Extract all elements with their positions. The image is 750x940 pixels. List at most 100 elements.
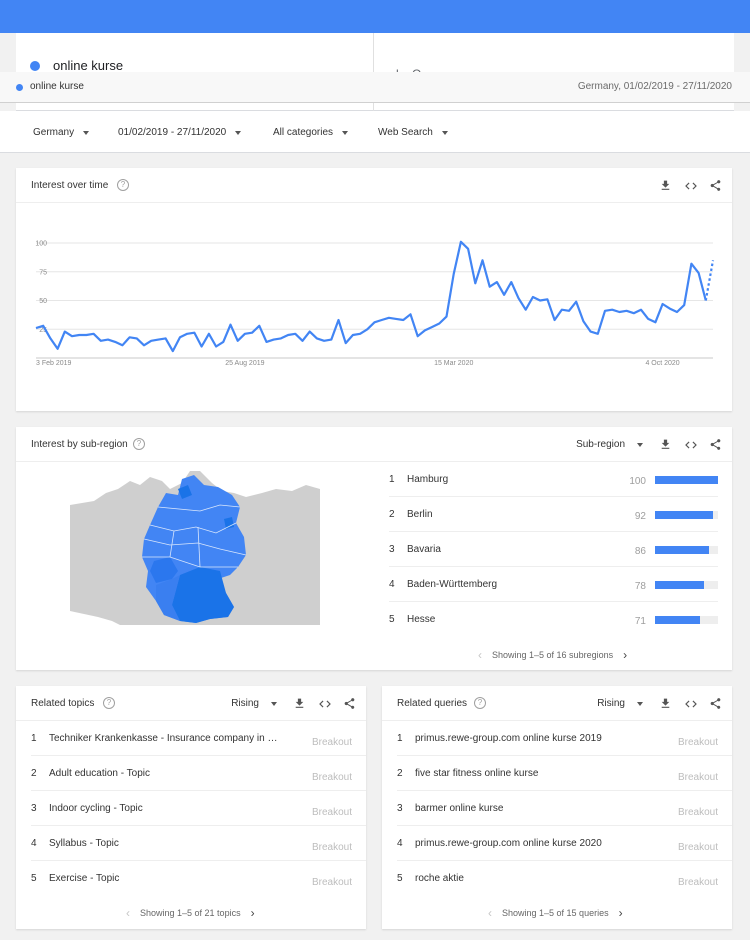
breakout-badge: Breakout: [677, 772, 718, 783]
region-bar: [655, 511, 713, 519]
row-rank: 3: [397, 803, 403, 814]
breakout-badge: Breakout: [677, 807, 718, 818]
region-row[interactable]: 5 Hesse 71: [389, 602, 718, 637]
card-title: Interest over time: [31, 180, 109, 191]
interest-line-chart[interactable]: 100755025 3 Feb 2019 25 Aug 2019 15 Mar 20…: [16, 203, 732, 411]
embed-icon[interactable]: [316, 695, 333, 712]
row-text[interactable]: Adult education - Topic: [49, 768, 279, 779]
category-filter[interactable]: All categories: [273, 127, 349, 138]
share-icon[interactable]: [707, 695, 724, 712]
y-tick-label: 100: [35, 241, 47, 248]
region-filter[interactable]: Germany: [33, 127, 90, 138]
germany-region-map[interactable]: [70, 471, 320, 625]
row-text[interactable]: Techniker Krankenkasse - Insurance compa…: [49, 733, 279, 744]
row-text[interactable]: primus.rewe-group.com online kurse 2019: [415, 733, 645, 744]
download-icon[interactable]: [657, 695, 674, 712]
app-top-bar: [0, 0, 750, 33]
term-name[interactable]: online kurse: [53, 58, 123, 73]
help-icon[interactable]: ?: [133, 438, 145, 450]
topic-row[interactable]: 1 Techniker Krankenkasse - Insurance comp…: [16, 721, 366, 756]
caret-down-icon: [441, 130, 448, 135]
prev-page-icon[interactable]: ‹: [488, 906, 492, 920]
query-row[interactable]: 3 barmer online kurse Breakout: [382, 791, 732, 826]
query-row[interactable]: 1 primus.rewe-group.com online kurse 2019…: [382, 721, 732, 756]
subregion-pager: ‹ Showing 1–5 of 16 subregions ›: [478, 648, 627, 662]
region-row[interactable]: 2 Berlin 92: [389, 497, 718, 532]
share-icon[interactable]: [707, 436, 724, 453]
download-icon[interactable]: [291, 695, 308, 712]
row-rank: 3: [31, 803, 37, 814]
row-text[interactable]: Indoor cycling - Topic: [49, 803, 279, 814]
subregion-dropdown[interactable]: Sub-region: [576, 439, 643, 450]
region-rank: 3: [389, 544, 395, 555]
sticky-term-label: online kurse: [30, 81, 84, 92]
row-text[interactable]: barmer online kurse: [415, 803, 645, 814]
next-page-icon[interactable]: ›: [619, 906, 623, 920]
share-icon[interactable]: [341, 695, 358, 712]
y-tick-label: 75: [39, 269, 47, 276]
download-icon[interactable]: [657, 436, 674, 453]
sticky-term-dot: [16, 84, 23, 91]
breakout-badge: Breakout: [311, 807, 352, 818]
row-text[interactable]: Exercise - Topic: [49, 873, 279, 884]
topic-row[interactable]: 3 Indoor cycling - Topic Breakout: [16, 791, 366, 826]
prev-page-icon[interactable]: ‹: [478, 648, 482, 662]
queries-filter-dropdown[interactable]: Rising: [597, 698, 643, 709]
search-type-filter[interactable]: Web Search: [378, 127, 448, 138]
breakout-badge: Breakout: [677, 737, 718, 748]
embed-icon[interactable]: [682, 177, 699, 194]
region-value: 100: [629, 476, 646, 487]
date-filter[interactable]: 01/02/2019 - 27/11/2020: [118, 127, 242, 138]
row-rank: 2: [397, 768, 403, 779]
row-rank: 1: [397, 733, 403, 744]
region-bar-track: [655, 511, 718, 519]
help-icon[interactable]: ?: [474, 697, 486, 709]
topic-row[interactable]: 2 Adult education - Topic Breakout: [16, 756, 366, 791]
query-row[interactable]: 2 five star fitness online kurse Breakout: [382, 756, 732, 791]
region-row[interactable]: 1 Hamburg 100: [389, 462, 718, 497]
row-text[interactable]: five star fitness online kurse: [415, 768, 645, 779]
series-line: [35, 240, 707, 353]
category-filter-label: All categories: [273, 127, 334, 138]
region-filter-label: Germany: [33, 127, 75, 138]
queries-list: 1 primus.rewe-group.com online kurse 2019…: [382, 721, 732, 896]
topic-row[interactable]: 5 Exercise - Topic Breakout: [16, 861, 366, 896]
query-row[interactable]: 4 primus.rewe-group.com online kurse 2020…: [382, 826, 732, 861]
card-title: Related queries: [397, 698, 468, 709]
breakout-badge: Breakout: [311, 842, 352, 853]
caret-down-icon: [637, 442, 643, 447]
row-text[interactable]: Syllabus - Topic: [49, 838, 279, 849]
card-header: Interest by sub-region ? Sub-region: [16, 427, 732, 462]
region-bar-track: [655, 476, 718, 484]
download-icon[interactable]: [657, 177, 674, 194]
next-page-icon[interactable]: ›: [251, 906, 255, 920]
card-header: Interest over time ?: [16, 168, 732, 203]
region-name: Baden-Württemberg: [407, 579, 498, 590]
row-text[interactable]: roche aktie: [415, 873, 645, 884]
prev-page-icon[interactable]: ‹: [126, 906, 130, 920]
caret-down-icon: [83, 130, 90, 135]
help-icon[interactable]: ?: [117, 179, 129, 191]
embed-icon[interactable]: [682, 695, 699, 712]
related-queries-card: Related queries ? Rising 1 primus.rewe-gr…: [382, 686, 732, 929]
sticky-summary-bar: online kurse Germany, 01/02/2019 - 27/11…: [0, 72, 750, 103]
caret-down-icon: [271, 701, 277, 706]
share-icon[interactable]: [707, 177, 724, 194]
card-header: Related queries ? Rising: [382, 686, 732, 721]
topics-filter-dropdown[interactable]: Rising: [231, 698, 277, 709]
card-tools: Rising: [231, 695, 358, 712]
card-title: Interest by sub-region: [31, 439, 128, 450]
next-page-icon[interactable]: ›: [623, 648, 627, 662]
query-row[interactable]: 5 roche aktie Breakout: [382, 861, 732, 896]
row-text[interactable]: primus.rewe-group.com online kurse 2020: [415, 838, 645, 849]
region-row[interactable]: 3 Bavaria 86: [389, 532, 718, 567]
region-row[interactable]: 4 Baden-Württemberg 78: [389, 567, 718, 602]
topics-list: 1 Techniker Krankenkasse - Insurance comp…: [16, 721, 366, 896]
row-rank: 4: [397, 838, 403, 849]
card-tools: Rising: [597, 695, 724, 712]
embed-icon[interactable]: [682, 436, 699, 453]
search-type-filter-label: Web Search: [378, 127, 433, 138]
breakout-badge: Breakout: [311, 772, 352, 783]
topic-row[interactable]: 4 Syllabus - Topic Breakout: [16, 826, 366, 861]
help-icon[interactable]: ?: [103, 697, 115, 709]
